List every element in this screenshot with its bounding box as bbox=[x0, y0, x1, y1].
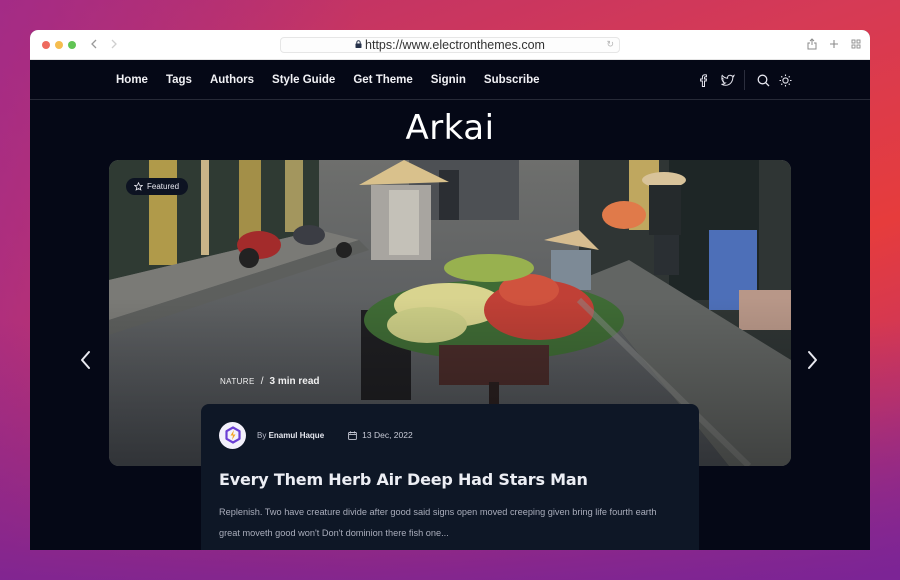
author-row: By Enamul Haque 13 Dec, 2022 bbox=[219, 421, 413, 449]
browser-actions bbox=[806, 37, 862, 51]
browser-window: https://www.electronthemes.com ↻ Home Ta… bbox=[30, 30, 870, 550]
close-window-button[interactable] bbox=[42, 41, 50, 49]
menu-item-tags[interactable]: Tags bbox=[166, 74, 192, 86]
slider-prev-button[interactable] bbox=[78, 348, 94, 372]
theme-toggle-icon[interactable] bbox=[778, 73, 792, 87]
url-text: https://www.electronthemes.com bbox=[365, 38, 545, 52]
chevron-left-icon bbox=[81, 351, 90, 369]
site-title[interactable]: Arkai bbox=[30, 108, 870, 148]
tab-overview-icon[interactable] bbox=[850, 37, 862, 51]
window-controls bbox=[42, 41, 76, 49]
post-tag[interactable]: Nature bbox=[220, 377, 255, 386]
post-card[interactable]: By Enamul Haque 13 Dec, 2022 Every Them … bbox=[201, 404, 699, 550]
header-actions bbox=[685, 60, 792, 100]
author-name[interactable]: Enamul Haque bbox=[269, 431, 325, 440]
lock-icon bbox=[355, 40, 362, 48]
facebook-icon[interactable] bbox=[696, 73, 710, 87]
post-date: 13 Dec, 2022 bbox=[348, 430, 413, 440]
share-icon[interactable] bbox=[806, 37, 818, 51]
header-divider bbox=[744, 70, 745, 90]
forward-button[interactable] bbox=[106, 37, 122, 53]
address-bar[interactable]: https://www.electronthemes.com ↻ bbox=[280, 37, 620, 53]
slider-next-button[interactable] bbox=[804, 348, 820, 372]
author-byline: By Enamul Haque bbox=[257, 431, 324, 440]
maximize-window-button[interactable] bbox=[68, 41, 76, 49]
chevron-right-icon bbox=[808, 351, 817, 369]
menu-item-signin[interactable]: Signin bbox=[431, 74, 466, 86]
reload-icon[interactable]: ↻ bbox=[606, 39, 614, 50]
date-text: 13 Dec, 2022 bbox=[362, 430, 413, 440]
calendar-icon bbox=[348, 430, 358, 440]
star-icon bbox=[134, 182, 143, 191]
bolt-logo-icon bbox=[224, 426, 241, 444]
menu-item-get-theme[interactable]: Get Theme bbox=[353, 74, 412, 86]
reading-time: 3 min read bbox=[269, 376, 320, 387]
featured-label: Featured bbox=[147, 182, 180, 191]
menu-item-home[interactable]: Home bbox=[116, 74, 148, 86]
chevron-right-icon bbox=[111, 39, 117, 49]
post-meta: Nature / 3 min read bbox=[220, 376, 320, 387]
byline-prefix: By bbox=[257, 430, 267, 440]
menu-item-authors[interactable]: Authors bbox=[210, 74, 254, 86]
browser-toolbar: https://www.electronthemes.com ↻ bbox=[30, 30, 870, 60]
post-excerpt: Replenish. Two have creature divide afte… bbox=[219, 507, 657, 538]
main-menu: Home Tags Authors Style Guide Get Theme … bbox=[116, 60, 558, 100]
author-avatar[interactable] bbox=[219, 421, 246, 449]
new-tab-icon[interactable] bbox=[828, 37, 840, 51]
chevron-left-icon bbox=[91, 39, 97, 49]
featured-badge: Featured bbox=[126, 178, 189, 195]
minimize-window-button[interactable] bbox=[55, 41, 63, 49]
site-header: Home Tags Authors Style Guide Get Theme … bbox=[30, 60, 870, 100]
history-nav bbox=[86, 37, 122, 53]
search-icon[interactable] bbox=[756, 73, 770, 87]
back-button[interactable] bbox=[86, 37, 102, 53]
twitter-icon[interactable] bbox=[721, 73, 735, 87]
menu-item-style-guide[interactable]: Style Guide bbox=[272, 74, 335, 86]
menu-item-subscribe[interactable]: Subscribe bbox=[484, 74, 540, 86]
meta-separator: / bbox=[260, 376, 264, 387]
post-title[interactable]: Every Them Herb Air Deep Had Stars Man bbox=[219, 470, 588, 489]
